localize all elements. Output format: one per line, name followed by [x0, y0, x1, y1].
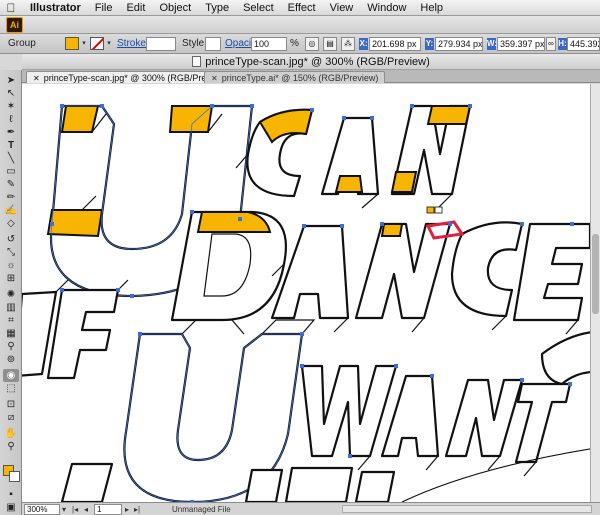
selection-tool-icon[interactable]: ➤	[3, 74, 19, 87]
last-artboard-icon[interactable]: ▸|	[134, 504, 140, 515]
screen-mode-icon[interactable]: ▣	[3, 501, 19, 514]
style-label: Style:	[182, 38, 208, 49]
word-can	[235, 104, 472, 209]
x-label: X:	[359, 38, 368, 50]
menu-app-name[interactable]: Illustrator	[30, 2, 81, 14]
application-bar: Ai	[0, 16, 600, 34]
letter-u-bottom	[123, 319, 316, 502]
pencil-tool-icon[interactable]: ✏	[3, 191, 19, 204]
stroke-swatch[interactable]	[90, 37, 104, 50]
x-position-field[interactable]: 201.698 px	[369, 37, 421, 51]
menu-effect[interactable]: Effect	[288, 2, 316, 14]
constrain-proportions-icon[interactable]: ∞	[546, 37, 556, 51]
zoom-level-field[interactable]: 300%	[24, 504, 60, 515]
blend-tool-icon[interactable]: ⊚	[3, 353, 19, 366]
w-label: W:	[487, 38, 498, 50]
symbol-sprayer-tool-icon[interactable]: ✺	[3, 288, 19, 301]
menu-select[interactable]: Select	[243, 2, 274, 14]
direct-selection-tool-icon[interactable]: ↖	[3, 87, 19, 100]
tab-label: princeType-scan.jpg* @ 300% (RGB/Preview…	[43, 73, 228, 83]
document-icon	[192, 56, 202, 67]
gradient-tool-icon[interactable]: ▦	[3, 327, 19, 340]
mesh-tool-icon[interactable]: ⌗	[3, 314, 19, 327]
stroke-label[interactable]: Stroke:	[117, 37, 149, 51]
selection-type-label: Group	[8, 38, 36, 49]
close-tab-icon[interactable]: ✕	[211, 74, 218, 83]
menu-type[interactable]: Type	[205, 2, 229, 14]
document-title: princeType-scan.jpg* @ 300% (RGB/Preview…	[205, 56, 430, 68]
document-tabs: ✕ princeType-scan.jpg* @ 300% (RGB/Previe…	[22, 70, 600, 83]
zoom-tool-icon[interactable]: ⚲	[3, 440, 19, 453]
free-transform-tool-icon[interactable]: ⊞	[3, 272, 19, 285]
opacity-unit: %	[290, 38, 299, 49]
menu-edit[interactable]: Edit	[126, 2, 145, 14]
zoom-dropdown-icon[interactable]: ▾	[62, 504, 66, 515]
align-icon[interactable]: ▤	[323, 37, 337, 51]
h-label: H:	[558, 38, 567, 50]
recolor-artwork-icon[interactable]: ◎	[305, 37, 319, 51]
artboard-canvas[interactable]: .o { fill: #fff; stroke: #111; stroke-wi…	[22, 84, 590, 502]
magic-wand-tool-icon[interactable]: ✶	[3, 100, 19, 113]
y-label: Y:	[425, 38, 434, 50]
stroke-weight-field[interactable]	[146, 37, 176, 51]
status-bar: 300% ▾ |◂ ◂ 1 ▸ ▸| Unmanaged File	[22, 502, 600, 515]
word-want	[300, 364, 572, 477]
scale-tool-icon[interactable]: ⤡	[3, 246, 19, 259]
lettering-artwork: .o { fill: #fff; stroke: #111; stroke-wi…	[22, 104, 590, 502]
menu-file[interactable]: File	[95, 2, 113, 14]
tab-label: princeType.ai* @ 150% (RGB/Preview)	[221, 73, 379, 83]
height-field[interactable]: 445.392 px	[567, 37, 600, 51]
pen-tool-icon[interactable]: ✒	[3, 126, 19, 139]
line-segment-tool-icon[interactable]: ╲	[3, 152, 19, 165]
tab-princetype-ai[interactable]: ✕ princeType.ai* @ 150% (RGB/Preview)	[204, 71, 386, 83]
stroke-dropdown-icon[interactable]: ▾	[105, 37, 113, 50]
stroke-color-box[interactable]	[9, 471, 20, 482]
previous-artboard-icon[interactable]: ◂	[84, 504, 88, 515]
width-field[interactable]: 359.397 px	[497, 37, 545, 51]
color-mode-icon[interactable]: ▪	[3, 488, 19, 501]
vertical-scrollbar[interactable]	[590, 84, 600, 502]
next-artboard-icon[interactable]: ▸	[125, 504, 129, 515]
reference-point-icon[interactable]: ⁂	[341, 37, 355, 51]
rectangle-tool-icon[interactable]: ▭	[3, 165, 19, 178]
lasso-tool-icon[interactable]: ℓ	[3, 113, 19, 126]
live-paint-selection-tool-icon[interactable]: ⬚	[3, 382, 19, 395]
rotate-tool-icon[interactable]: ↺	[3, 233, 19, 246]
vertical-scroll-thumb[interactable]	[592, 234, 599, 314]
warp-tool-icon[interactable]: ☼	[3, 259, 19, 272]
column-graph-tool-icon[interactable]: ▥	[3, 301, 19, 314]
menu-bar:  Illustrator File Edit Object Type Sele…	[0, 0, 600, 16]
eyedropper-tool-icon[interactable]: ⚲	[3, 340, 19, 353]
opacity-field[interactable]: 100	[251, 37, 287, 51]
tools-panel: ➤ ↖ ✶ ℓ ✒ T ╲ ▭ ✎ ✏ ✍ ◇ ↺ ⤡ ☼ ⊞ ✺ ▥ ⌗ ▦ …	[0, 70, 22, 515]
y-position-field[interactable]: 279.934 px	[435, 37, 483, 51]
illustrator-logo: Ai	[6, 17, 23, 33]
paintbrush-tool-icon[interactable]: ✎	[3, 178, 19, 191]
eraser-tool-icon[interactable]: ◇	[3, 217, 19, 230]
menu-help[interactable]: Help	[420, 2, 443, 14]
menu-object[interactable]: Object	[159, 2, 191, 14]
blob-brush-tool-icon[interactable]: ✍	[3, 204, 19, 217]
artboard-number-field[interactable]: 1	[94, 504, 122, 515]
apple-menu-icon[interactable]: 	[6, 1, 16, 15]
word-dance	[170, 210, 590, 335]
menu-window[interactable]: Window	[367, 2, 406, 14]
type-tool-icon[interactable]: T	[3, 139, 19, 152]
hand-tool-icon[interactable]: ✋	[3, 427, 19, 440]
fill-dropdown-icon[interactable]: ▾	[80, 37, 88, 50]
word-if-fragment	[22, 279, 129, 380]
close-tab-icon[interactable]: ✕	[33, 74, 40, 83]
first-artboard-icon[interactable]: |◂	[72, 504, 78, 515]
control-bar: Group ▾ ▾ Stroke: Style: Opacity: 100 % …	[0, 34, 600, 54]
status-text[interactable]: Unmanaged File	[172, 504, 231, 515]
menu-view[interactable]: View	[330, 2, 354, 14]
document-title-bar: princeType-scan.jpg* @ 300% (RGB/Preview…	[22, 54, 600, 70]
fill-swatch[interactable]	[65, 37, 79, 50]
graphic-style-field[interactable]	[205, 37, 221, 51]
slice-tool-icon[interactable]: ⧄	[3, 411, 19, 424]
horizontal-scrollbar[interactable]	[342, 505, 592, 513]
live-paint-bucket-tool-icon[interactable]: ◉	[3, 369, 19, 382]
artboard-tool-icon[interactable]: ⊡	[3, 398, 19, 411]
